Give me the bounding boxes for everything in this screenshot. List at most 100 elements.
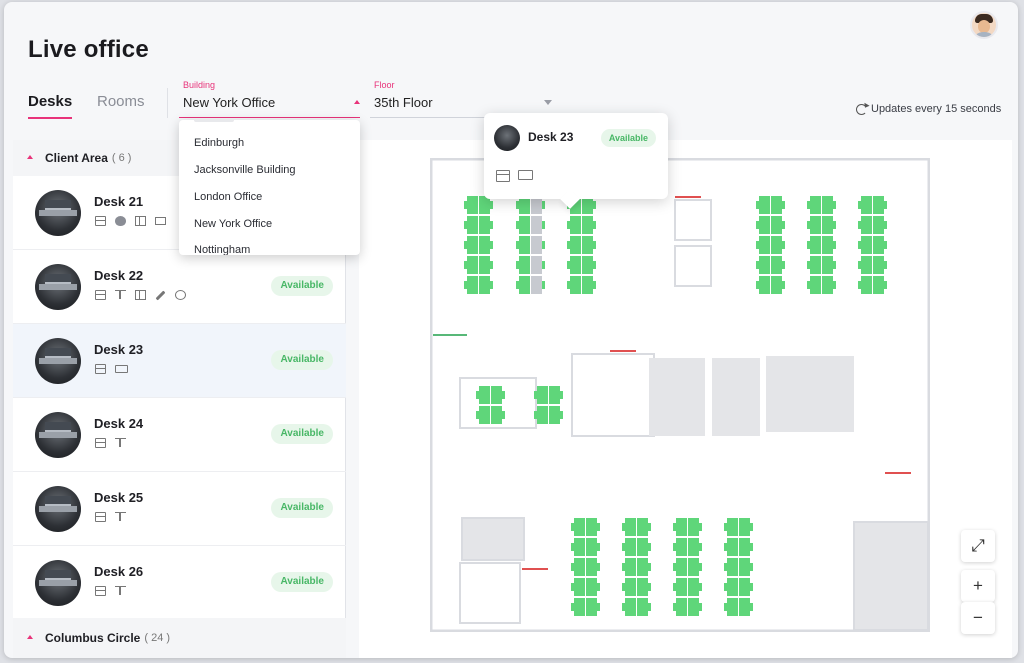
window-icon (135, 290, 146, 300)
collapse-icon[interactable] (27, 155, 33, 159)
chair (571, 583, 574, 591)
keyboard-icon (115, 365, 128, 373)
desk (570, 256, 581, 274)
drawer-icon (95, 586, 106, 596)
chair (807, 261, 810, 269)
chair (560, 411, 563, 419)
desk-row-22[interactable]: Desk 22 Available (13, 250, 346, 324)
chevron-up-icon[interactable] (354, 100, 360, 104)
drawer-icon (95, 438, 106, 448)
keyboard-icon (518, 170, 533, 180)
desk-row-24[interactable]: Desk 24 Available (13, 398, 346, 472)
desk (688, 578, 699, 596)
desk (822, 256, 833, 274)
tab-desks[interactable]: Desks (28, 93, 73, 119)
room-outline (853, 521, 929, 631)
chair (756, 221, 759, 229)
chair (648, 563, 651, 571)
desk (586, 578, 597, 596)
desk (739, 518, 750, 536)
desk-row-25[interactable]: Desk 25 Available (13, 472, 346, 546)
desk (467, 216, 478, 234)
desk (676, 598, 687, 616)
standing-desk-icon (115, 438, 126, 448)
desk-name: Desk 25 (94, 490, 144, 505)
user-avatar[interactable] (970, 11, 998, 39)
status-badge: Available (271, 498, 333, 518)
chair (750, 563, 753, 571)
chair (464, 261, 467, 269)
chair (807, 241, 810, 249)
desk-row-26[interactable]: Desk 26 Available (13, 546, 346, 620)
group-count: ( 6 ) (111, 152, 132, 164)
desk (739, 558, 750, 576)
desk (727, 558, 738, 576)
desk (759, 196, 770, 214)
desk (688, 558, 699, 576)
chair (756, 281, 759, 289)
dropdown-option[interactable]: Nottingham (194, 244, 250, 255)
desk (531, 276, 542, 294)
desk-name: Desk 24 (94, 416, 144, 431)
tab-rooms[interactable]: Rooms (97, 93, 145, 110)
dropdown-option[interactable]: London Office (194, 191, 262, 203)
amenity-icons (95, 512, 126, 522)
desk (873, 196, 884, 214)
building-dropdown[interactable]: Edinburgh Jacksonville Building London O… (179, 120, 360, 255)
drawer-icon (496, 170, 510, 182)
chair (648, 603, 651, 611)
desk (771, 276, 782, 294)
zoom-out-button[interactable]: − (961, 602, 995, 634)
scrolled-item-hint (194, 120, 234, 122)
chair (597, 563, 600, 571)
zoom-in-button[interactable]: + (961, 570, 995, 602)
chair (699, 563, 702, 571)
desk (676, 538, 687, 556)
chair (648, 523, 651, 531)
floor-label: Floor (374, 80, 395, 90)
chair (673, 583, 676, 591)
dropdown-option[interactable]: New York Office (194, 218, 272, 230)
desk (637, 538, 648, 556)
desk (861, 216, 872, 234)
collapse-icon[interactable] (27, 635, 33, 639)
desk (739, 538, 750, 556)
desk (586, 538, 597, 556)
desk (467, 256, 478, 274)
chair (534, 411, 537, 419)
desk (467, 196, 478, 214)
chair (476, 391, 479, 399)
chair (593, 221, 596, 229)
desk (467, 236, 478, 254)
fit-screen-button[interactable]: ⤢ (961, 530, 995, 562)
dropdown-option[interactable]: Edinburgh (194, 137, 244, 149)
updates-indicator: Updates every 15 seconds (856, 103, 1001, 115)
amenity-icons (95, 438, 126, 448)
amenity-icons (95, 364, 128, 374)
desk (586, 518, 597, 536)
chair (858, 241, 861, 249)
chair (884, 241, 887, 249)
chair (884, 281, 887, 289)
alien-icon (115, 216, 126, 226)
floor-plan[interactable] (430, 158, 930, 632)
drawer-icon (95, 290, 106, 300)
chair (724, 603, 727, 611)
building-select[interactable]: New York Office (183, 95, 275, 110)
chevron-down-icon[interactable] (544, 100, 552, 105)
dropdown-option[interactable]: Jacksonville Building (194, 164, 296, 176)
desk (519, 236, 530, 254)
desk (570, 236, 581, 254)
desk-popover[interactable]: Desk 23 Available (484, 113, 668, 199)
desk-row-23[interactable]: Desk 23 Available (13, 324, 346, 398)
desk (582, 216, 593, 234)
chair (782, 241, 785, 249)
floor-select[interactable]: 35th Floor (374, 95, 433, 110)
chair (502, 411, 505, 419)
chair (534, 391, 537, 399)
desk-photo (35, 338, 81, 384)
desk (582, 256, 593, 274)
group-header-columbus-circle[interactable]: Columbus Circle ( 24 ) (13, 618, 346, 658)
floor-map-panel[interactable]: ⤢ + − (359, 140, 1012, 658)
chair (516, 201, 519, 209)
